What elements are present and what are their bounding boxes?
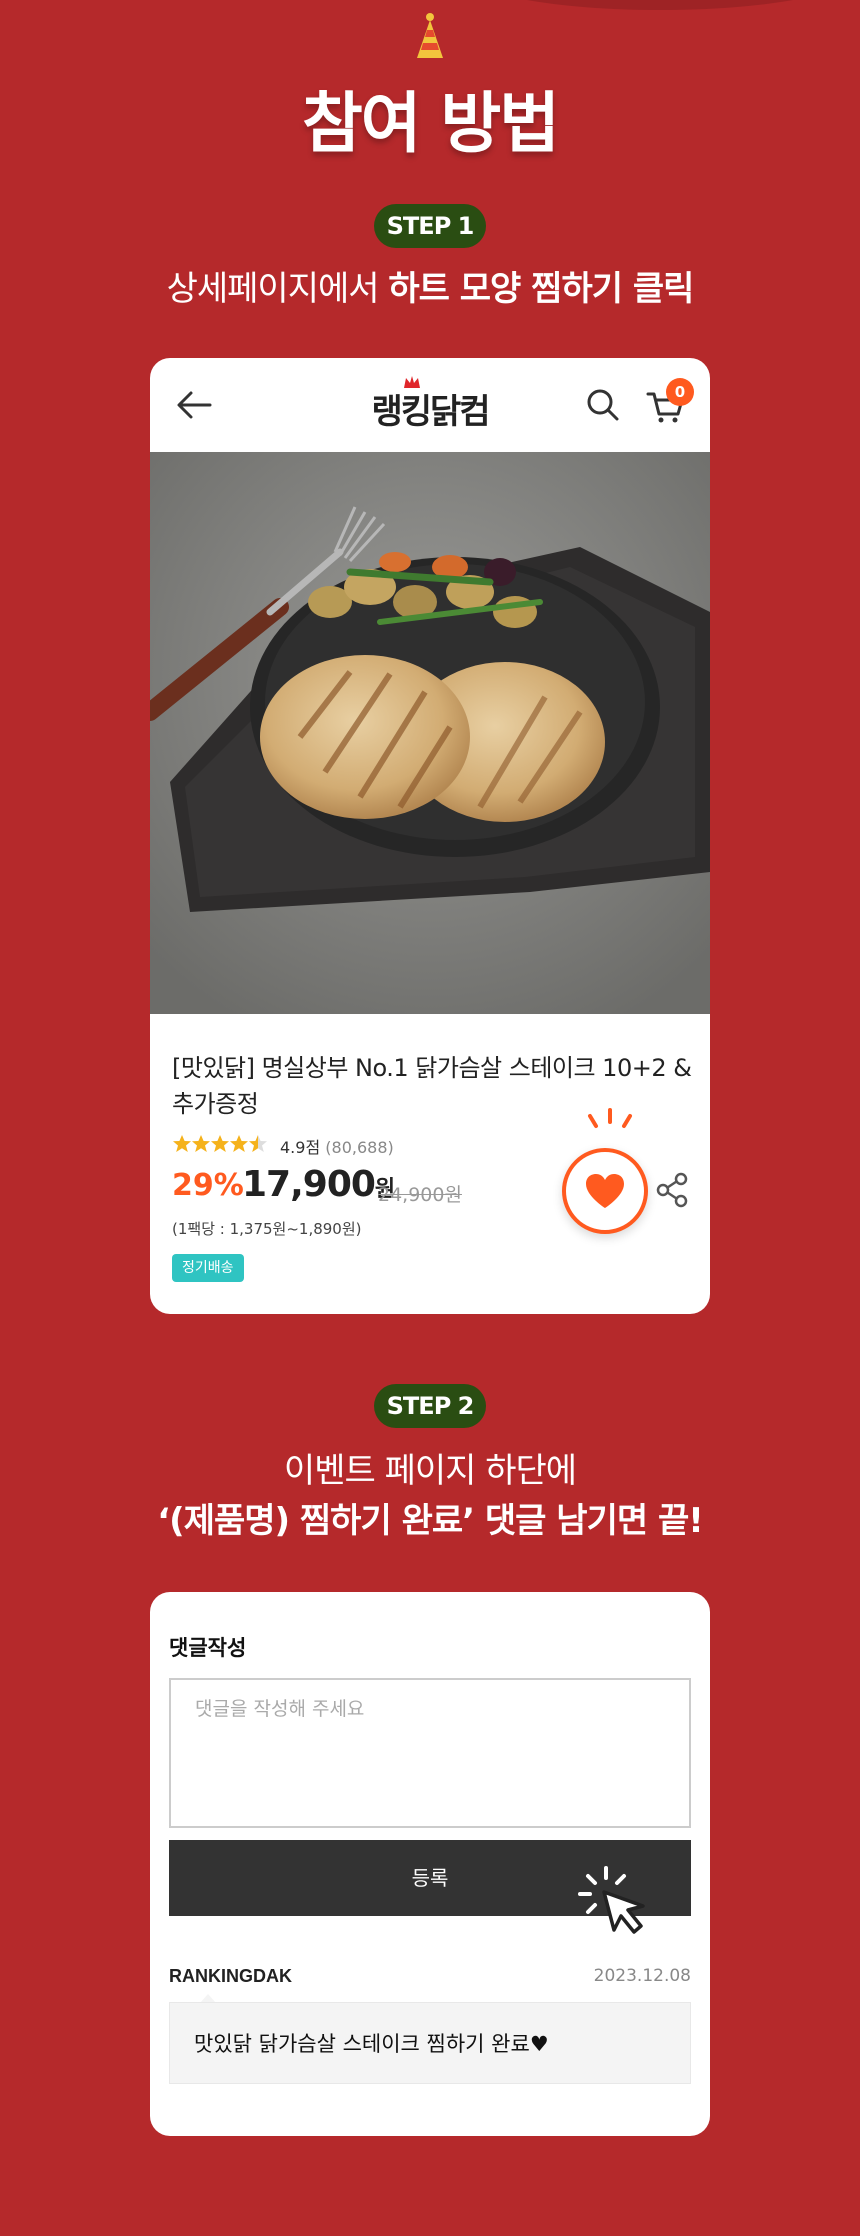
click-cursor-icon	[578, 1866, 645, 1934]
wishlist-heart-button[interactable]	[562, 1148, 648, 1234]
discount-rate: 29%	[172, 1168, 244, 1203]
step1-heading-plain: 상세페이지에서	[166, 269, 389, 309]
share-icon[interactable]	[656, 1172, 688, 1208]
step2-badge: STEP 2	[374, 1384, 486, 1428]
app-header: 랭킹닭컴 0	[150, 358, 710, 452]
original-price: 24,900원	[378, 1184, 462, 1206]
cart-count-badge: 0	[666, 378, 694, 406]
subscription-tag: 정기배송	[172, 1254, 244, 1282]
heart-icon	[586, 1174, 624, 1208]
unit-price: (1팩당 : 1,375원~1,890원)	[172, 1220, 362, 1238]
rating-score: 4.9점	[280, 1138, 321, 1157]
page-title: 참여 방법	[302, 85, 560, 162]
comment-date: 2023.12.08	[593, 1966, 691, 1986]
step1-heading: 상세페이지에서 하트 모양 찜하기 클릭	[0, 264, 860, 314]
comment-card: 댓글작성 등록 RANKINGDAK 2023.12.08 맛있닭 닭가슴살 스…	[150, 1592, 710, 2136]
step2-heading-line2: ‘(제품명) 찜하기 완료’ 댓글 남기면 끝!	[157, 1501, 704, 1541]
app-logo[interactable]: 랭킹닭컴	[150, 384, 710, 433]
rating-summary: 4.9점 (80,688)	[280, 1134, 394, 1158]
product-image	[150, 452, 710, 1014]
rating-stars-icon	[173, 1135, 267, 1152]
comment-author: RANKINGDAK	[169, 1966, 292, 1986]
review-count[interactable]: (80,688)	[325, 1138, 393, 1157]
search-icon[interactable]	[586, 388, 620, 422]
party-hat-icon	[417, 13, 443, 58]
step1-heading-bold: 하트 모양 찜하기 클릭	[388, 269, 694, 309]
comment-form-title: 댓글작성	[169, 1636, 247, 1660]
highlight-sparks-icon	[588, 1108, 632, 1128]
product-detail-card: 랭킹닭컴 0 [맛있닭] 명실상부 No.1 닭가슴살 스테이크 10+2 & …	[150, 358, 710, 1314]
step2-heading-line1: 이벤트 페이지 하단에	[283, 1451, 577, 1491]
comment-input[interactable]	[169, 1678, 691, 1828]
step1-badge: STEP 1	[374, 204, 486, 248]
comment-text: 맛있닭 닭가슴살 스테이크 찜하기 완료♥	[169, 2002, 691, 2084]
sale-price: 17,900원	[242, 1164, 395, 1205]
sale-price-value: 17,900	[242, 1164, 376, 1205]
top-decoration	[470, 0, 850, 10]
